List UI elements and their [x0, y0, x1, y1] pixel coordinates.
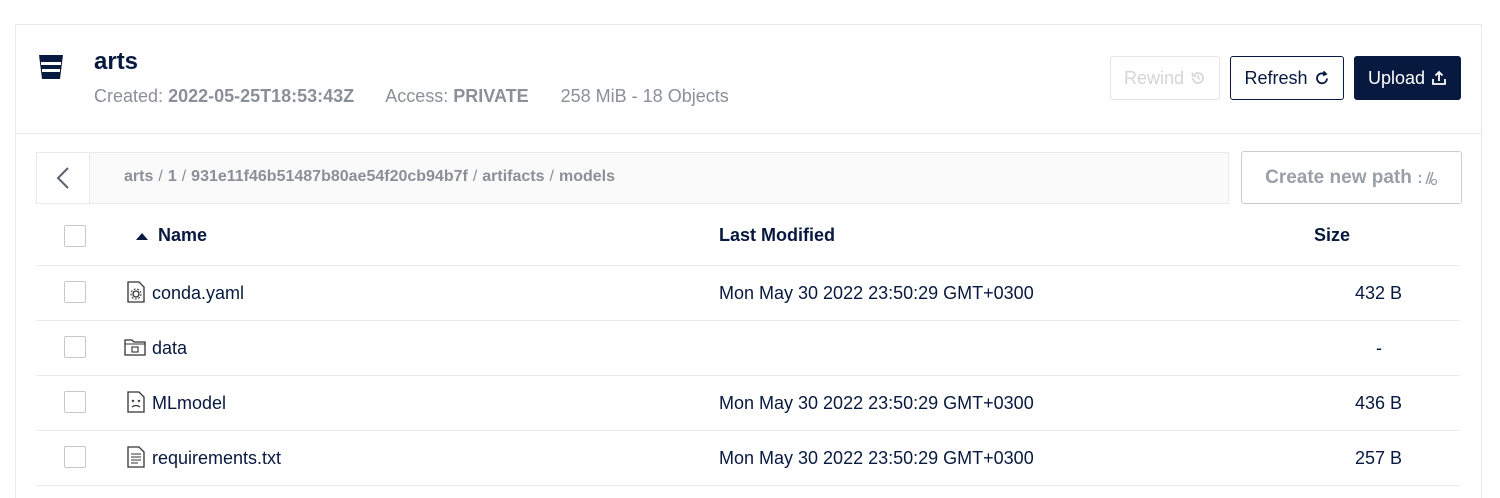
- folder-icon: [124, 339, 146, 356]
- bucket-panel: arts Created: 2022-05-25T18:53:43Z Acces…: [15, 24, 1482, 498]
- bucket-usage: 258 MiB - 18 Objects: [560, 86, 729, 106]
- row-divider: [36, 430, 1460, 431]
- upload-icon: [1432, 70, 1446, 85]
- header-divider: [16, 133, 1481, 134]
- file-size: 432 B: [1354, 283, 1402, 303]
- last-modified: Mon May 30 2022 23:50:29 GMT+0300: [719, 393, 1034, 413]
- breadcrumb-item[interactable]: 931e11f46b51487b80ae54f20cb94b7f: [191, 168, 468, 185]
- row-divider: [36, 265, 1460, 266]
- refresh-button[interactable]: Refresh: [1230, 56, 1344, 100]
- row-checkbox[interactable]: [64, 336, 86, 358]
- column-header-size[interactable]: Size: [1314, 225, 1350, 246]
- access-label: Access:: [385, 86, 449, 106]
- bucket-name: arts: [94, 48, 139, 75]
- breadcrumb-item[interactable]: artifacts: [482, 168, 544, 185]
- file-size: 436 B: [1354, 393, 1402, 413]
- rewind-button[interactable]: Rewind: [1110, 56, 1220, 100]
- breadcrumb-item[interactable]: models: [559, 168, 615, 185]
- row-checkbox[interactable]: [64, 391, 86, 413]
- file-name[interactable]: MLmodel: [152, 393, 226, 414]
- back-button[interactable]: [37, 153, 90, 203]
- breadcrumb-separator: /: [181, 168, 187, 185]
- file-size: -: [1376, 338, 1382, 358]
- chevron-left-icon: [56, 167, 69, 189]
- column-header-name[interactable]: Name: [158, 225, 207, 246]
- breadcrumb-bar: arts/1/931e11f46b51487b80ae54f20cb94b7f /…: [36, 152, 1229, 204]
- refresh-icon: [1315, 70, 1328, 85]
- config-file-icon: [127, 281, 145, 303]
- breadcrumb-item[interactable]: 1: [168, 168, 177, 185]
- create-path-label: Create new path: [1265, 166, 1412, 188]
- row-divider: [36, 320, 1460, 321]
- breadcrumb-separator: /: [472, 168, 478, 185]
- new-path-icon: [1418, 171, 1438, 185]
- unknown-file-icon: [127, 391, 145, 413]
- last-modified: Mon May 30 2022 23:50:29 GMT+0300: [719, 448, 1034, 468]
- sort-ascending-icon[interactable]: [135, 231, 149, 241]
- access-value: PRIVATE: [453, 86, 529, 106]
- rewind-label: Rewind: [1123, 67, 1185, 88]
- row-checkbox[interactable]: [64, 281, 86, 303]
- select-all-checkbox[interactable]: [64, 225, 86, 247]
- row-checkbox[interactable]: [64, 446, 86, 468]
- breadcrumb-item[interactable]: arts: [124, 168, 153, 185]
- created-value: 2022-05-25T18:53:43Z: [168, 86, 355, 106]
- upload-button[interactable]: Upload: [1354, 56, 1461, 100]
- text-file-icon: [127, 446, 145, 468]
- file-size: 257 B: [1354, 448, 1402, 468]
- refresh-label: Refresh: [1244, 67, 1308, 88]
- file-name[interactable]: data: [152, 338, 187, 359]
- file-name[interactable]: requirements.txt: [152, 448, 281, 469]
- upload-label: Upload: [1367, 67, 1426, 88]
- created-label: Created:: [94, 86, 164, 106]
- last-modified: Mon May 30 2022 23:50:29 GMT+0300: [719, 283, 1034, 303]
- create-new-path-button[interactable]: Create new path: [1241, 151, 1462, 204]
- rewind-icon: [1191, 72, 1204, 84]
- breadcrumb: arts/1/931e11f46b51487b80ae54f20cb94b7f /…: [124, 168, 615, 186]
- breadcrumb-separator: /: [158, 168, 163, 185]
- file-name[interactable]: conda.yaml: [152, 283, 244, 304]
- bucket-icon: [39, 55, 63, 79]
- row-divider: [36, 375, 1460, 376]
- column-header-last-modified[interactable]: Last Modified: [719, 225, 835, 246]
- bucket-meta: Created: 2022-05-25T18:53:43Z Access: PR…: [94, 86, 729, 107]
- row-divider: [36, 485, 1460, 486]
- breadcrumb-separator: /: [549, 168, 554, 185]
